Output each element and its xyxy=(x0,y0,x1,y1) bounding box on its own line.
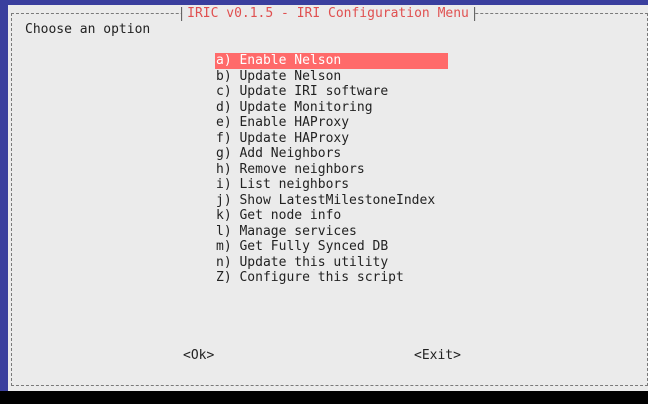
menu-dialog: IRIC v0.1.5 - IRI Configuration Menu Cho… xyxy=(8,5,648,391)
menu-item-get-fully-synced-db[interactable]: m) Get Fully Synced DB xyxy=(215,239,448,255)
menu-item-update-utility[interactable]: n) Update this utility xyxy=(215,255,448,271)
menu-item-update-nelson[interactable]: b) Update Nelson xyxy=(215,69,448,85)
menu-item-update-iri-software[interactable]: c) Update IRI software xyxy=(215,84,448,100)
ok-button[interactable]: <Ok> xyxy=(183,348,214,363)
menu-item-add-neighbors[interactable]: g) Add Neighbors xyxy=(215,146,448,162)
exit-button[interactable]: <Exit> xyxy=(414,348,461,363)
menu-item-show-latest-milestone-index[interactable]: j) Show LatestMilestoneIndex xyxy=(215,193,448,209)
menu-item-update-haproxy[interactable]: f) Update HAProxy xyxy=(215,131,448,147)
menu-item-manage-services[interactable]: l) Manage services xyxy=(215,224,448,240)
menu-item-update-monitoring[interactable]: d) Update Monitoring xyxy=(215,100,448,116)
dialog-title: IRIC v0.1.5 - IRI Configuration Menu xyxy=(181,6,475,22)
menu-item-enable-haproxy[interactable]: e) Enable HAProxy xyxy=(215,115,448,131)
menu-item-get-node-info[interactable]: k) Get node info xyxy=(215,208,448,224)
terminal-bottom-bar xyxy=(0,391,648,404)
menu-item-configure-script[interactable]: Z) Configure this script xyxy=(215,270,448,286)
menu-item-enable-nelson[interactable]: a) Enable Nelson xyxy=(215,53,448,69)
menu-item-remove-neighbors[interactable]: h) Remove neighbors xyxy=(215,162,448,178)
dialog-prompt: Choose an option xyxy=(25,22,151,37)
option-menu: a) Enable Nelson b) Update Nelson c) Upd… xyxy=(215,53,448,286)
menu-item-list-neighbors[interactable]: i) List neighbors xyxy=(215,177,448,193)
